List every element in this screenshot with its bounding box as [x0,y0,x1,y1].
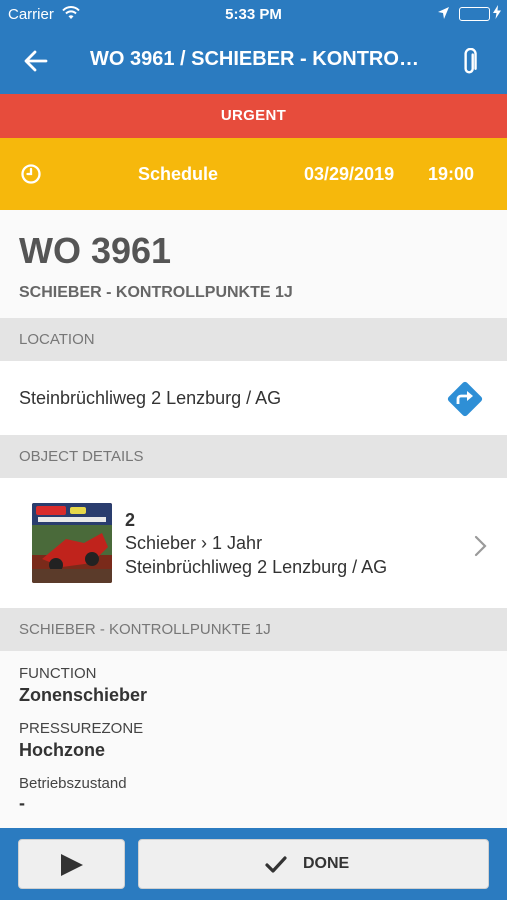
schedule-bar: Schedule 03/29/2019 19:00 [0,138,507,210]
play-button[interactable] [18,839,125,889]
object-address: Steinbrüchliweg 2 Lenzburg / AG [125,557,388,577]
action-bar: DONE [0,828,507,900]
section-header-object-details: OBJECT DETAILS [0,435,507,478]
clock-icon [20,163,42,185]
location-address: Steinbrüchliweg 2 Lenzburg / AG [19,388,282,408]
charging-bolt-icon [493,5,501,22]
nav-bar: WO 3961 / SCHIEBER - KONTROLLPUNKTE 1J [0,28,507,94]
done-button[interactable]: DONE [138,839,489,889]
section-header-details: SCHIEBER - KONTROLLPUNKTE 1J [0,608,507,651]
done-label: DONE [303,855,350,872]
location-arrow-icon [437,6,450,24]
page-title: WO 3961 / SCHIEBER - KONTROLLPUNKTE 1J [90,48,420,70]
field-value-function: Zonenschieber [19,685,148,705]
chevron-right-icon [472,535,488,557]
status-bar: Carrier 5:33 PM [0,0,507,28]
field-label-betriebszustand: Betriebszustand [19,775,127,792]
schedule-date: 03/29/2019 [304,164,395,184]
paperclip-icon[interactable] [458,47,486,74]
work-order-header: WO 3961 SCHIEBER - KONTROLLPUNKTE 1J [0,210,507,318]
object-thumbnail [32,503,112,583]
status-time: 5:33 PM [225,6,282,23]
work-order-number: WO 3961 [19,230,172,271]
section-header-location: LOCATION [0,318,507,361]
schedule-label: Schedule [138,164,219,184]
battery-icon [459,7,490,21]
object-id: 2 [125,510,136,530]
field-value-betriebszustand: - [19,793,25,813]
directions-icon[interactable] [444,378,486,420]
play-icon [61,854,83,876]
arrow-left-icon[interactable] [22,47,50,75]
work-order-subtitle: SCHIEBER - KONTROLLPUNKTE 1J [19,284,293,301]
detail-fields: FUNCTION Zonenschieber PRESSUREZONE Hoch… [0,651,507,828]
object-type: Schieber › 1 Jahr [125,533,263,553]
field-value-pressurezone: Hochzone [19,740,106,760]
field-label-function: FUNCTION [19,665,97,682]
priority-banner: URGENT [0,94,507,138]
location-row[interactable]: Steinbrüchliweg 2 Lenzburg / AG [0,361,507,435]
schedule-time: 19:00 [428,164,475,184]
field-label-pressurezone: PRESSUREZONE [19,720,144,737]
object-row[interactable]: 2 Schieber › 1 Jahr Steinbrüchliweg 2 Le… [0,478,507,608]
check-icon [265,855,287,875]
